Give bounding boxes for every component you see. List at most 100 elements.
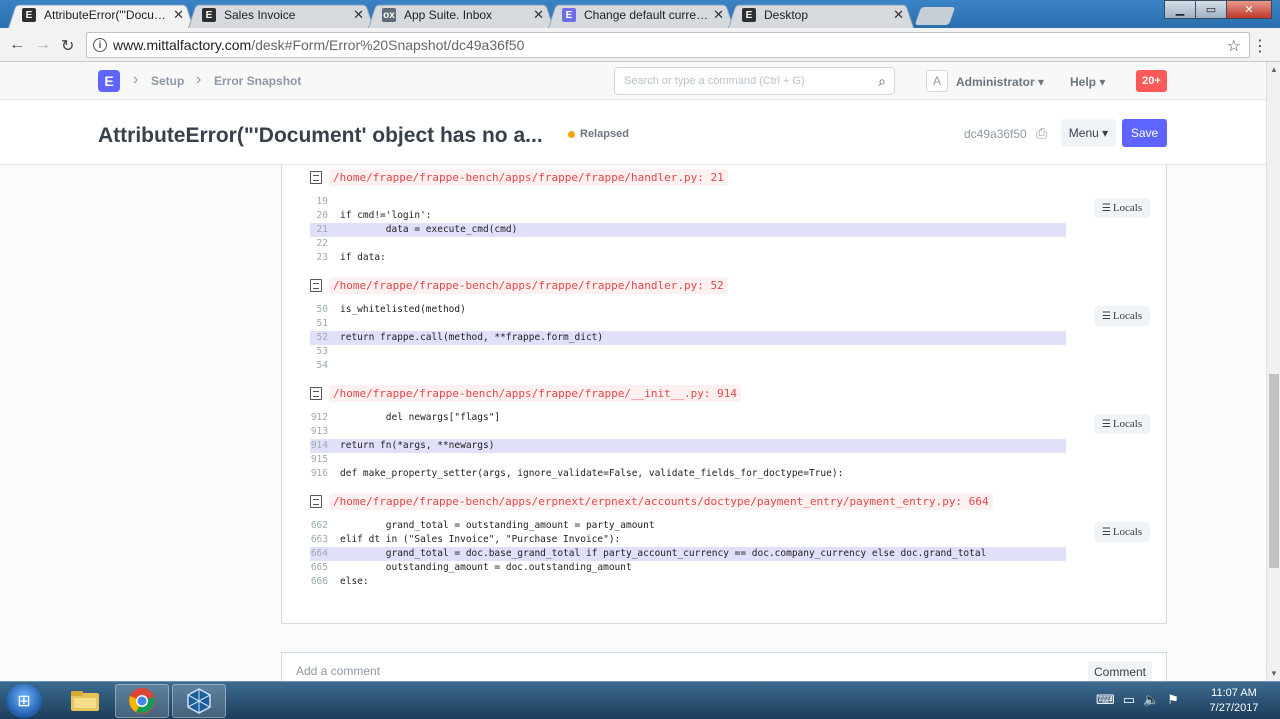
reload-icon[interactable]: ↻: [61, 36, 74, 56]
tab-close-icon[interactable]: ✕: [533, 7, 544, 23]
code-text: if data:: [340, 252, 386, 263]
clock-time: 11:07 AM: [1211, 687, 1257, 699]
menu-button[interactable]: Menu ▾: [1061, 119, 1116, 147]
print-icon[interactable]: ⎙: [1036, 125, 1047, 142]
line-number: 666: [310, 576, 328, 587]
app-logo[interactable]: E: [98, 70, 120, 92]
bookmark-star-icon[interactable]: ☆: [1227, 36, 1241, 56]
line-number: 662: [310, 520, 328, 531]
code-text: return frappe.call(method, **frappe.form…: [340, 332, 604, 343]
browser-tab[interactable]: E Sales Invoice ✕: [188, 2, 374, 28]
search-icon[interactable]: ⌕: [878, 73, 886, 90]
code-line: 915: [310, 453, 1066, 467]
scroll-thumb[interactable]: [1269, 374, 1279, 568]
help-menu[interactable]: Help ▾: [1070, 75, 1105, 89]
window-close-button[interactable]: ✕: [1226, 0, 1272, 19]
app-navbar: E › Setup › Error Snapshot Search or typ…: [0, 62, 1280, 100]
minimize-button[interactable]: ▁: [1164, 0, 1196, 19]
tab-close-icon[interactable]: ✕: [173, 7, 184, 23]
browser-tabstrip: E AttributeError("'Documen ✕ E Sales Invoice…: [0, 0, 1280, 28]
save-button[interactable]: Save: [1122, 119, 1167, 147]
file-icon: [310, 495, 322, 508]
start-button[interactable]: ⊞: [6, 684, 42, 718]
tab-close-icon[interactable]: ✕: [893, 7, 904, 23]
avatar[interactable]: A: [926, 70, 948, 92]
browser-tab[interactable]: E Desktop ✕: [728, 2, 914, 28]
status-indicator: Relapsed: [568, 128, 629, 140]
code-line: 20 if cmd!='login':: [310, 209, 1066, 223]
favicon-icon: E: [742, 8, 756, 22]
action-center-flag-icon[interactable]: ⚑: [1167, 692, 1179, 708]
network-icon[interactable]: ▭: [1123, 692, 1135, 708]
url-input[interactable]: i www.mittalfactory.com/desk#Form/Error%…: [86, 32, 1250, 58]
scroll-up-arrow-icon[interactable]: ▲: [1270, 65, 1278, 74]
file-explorer-icon[interactable]: [58, 684, 112, 718]
locals-label: Locals: [1112, 526, 1143, 538]
traceback-panel: /home/frappe/frappe-bench/apps/frappe/fr…: [281, 165, 1167, 624]
code-line: 663 elif dt in ("Sales Invoice", "Purchas…: [310, 533, 1066, 547]
tab-title: Sales Invoice: [224, 8, 296, 22]
line-number: 665: [310, 562, 328, 573]
scroll-down-arrow-icon[interactable]: ▼: [1270, 669, 1278, 678]
tab-close-icon[interactable]: ✕: [713, 7, 724, 23]
chevron-right-icon: ›: [133, 71, 139, 88]
page-scrollbar[interactable]: ▲ ▼: [1266, 62, 1280, 681]
comment-button[interactable]: Comment: [1087, 661, 1152, 681]
tab-close-icon[interactable]: ✕: [353, 7, 364, 23]
locals-button[interactable]: ☰ Locals: [1094, 522, 1150, 542]
frame-header: /home/frappe/frappe-bench/apps/frappe/fr…: [310, 277, 728, 294]
code-line: 19: [310, 195, 1066, 209]
system-clock[interactable]: 11:07 AM 7/27/2017: [1204, 686, 1264, 716]
keyboard-icon[interactable]: ⌨: [1096, 692, 1115, 708]
browser-tab[interactable]: E AttributeError("'Documen ✕: [8, 2, 194, 28]
info-icon[interactable]: i: [93, 38, 107, 52]
awesome-bar-search[interactable]: Search or type a command (Ctrl + G) ⌕: [614, 67, 895, 95]
line-number: 20: [316, 210, 328, 221]
chevron-right-icon: ›: [196, 71, 202, 88]
caret-down-icon: ▾: [1099, 75, 1106, 89]
line-number: 52: [316, 332, 328, 343]
page-head: AttributeError("'Document' object has no…: [0, 100, 1266, 165]
locals-button[interactable]: ☰ Locals: [1094, 414, 1150, 434]
list-icon: ☰: [1101, 526, 1111, 538]
maximize-button[interactable]: ▭: [1195, 0, 1227, 19]
frame-header: /home/frappe/frappe-bench/apps/frappe/fr…: [310, 169, 728, 186]
line-number: 51: [316, 318, 328, 329]
comment-box[interactable]: Add a comment Comment: [281, 652, 1167, 681]
page-content: /home/frappe/frappe-bench/apps/frappe/fr…: [0, 165, 1266, 681]
breadcrumb-setup[interactable]: Setup: [151, 74, 184, 88]
volume-icon[interactable]: 🔈: [1143, 692, 1159, 708]
caret-down-icon: ▾: [1038, 75, 1045, 89]
browser-tab[interactable]: E Change default currency ✕: [548, 2, 734, 28]
user-menu[interactable]: Administrator ▾: [956, 75, 1044, 89]
browser-menu-icon[interactable]: ⋮: [1252, 36, 1268, 56]
code-text: if cmd!='login':: [340, 210, 432, 221]
url-domain: www.mittalfactory.com: [113, 37, 252, 53]
chrome-icon[interactable]: [115, 684, 169, 718]
address-bar: ← → ↻ i www.mittalfactory.com/desk#Form/…: [0, 28, 1280, 62]
code-line: 916 def make_property_setter(args, ignore…: [310, 467, 1066, 481]
highlighted-code-line: 914 return fn(*args, **newargs): [310, 439, 1066, 453]
browser-tab[interactable]: ox App Suite. Inbox ✕: [368, 2, 554, 28]
file-icon: [310, 279, 322, 292]
tab-title: App Suite. Inbox: [404, 8, 493, 22]
frame-file-path: /home/frappe/frappe-bench/apps/frappe/fr…: [329, 277, 728, 294]
locals-button[interactable]: ☰ Locals: [1094, 306, 1150, 326]
breadcrumb-error-snapshot[interactable]: Error Snapshot: [214, 74, 301, 88]
forward-arrow-icon[interactable]: →: [35, 36, 51, 54]
notifications-badge[interactable]: 20+: [1136, 70, 1167, 92]
line-number: 916: [310, 468, 328, 479]
menu-label: Menu: [1068, 126, 1099, 140]
code-line: 22: [310, 237, 1066, 251]
list-icon: ☰: [1101, 202, 1111, 214]
status-dot-icon: [568, 130, 575, 138]
locals-button[interactable]: ☰ Locals: [1094, 198, 1150, 218]
back-arrow-icon[interactable]: ←: [9, 36, 25, 54]
virtualbox-icon[interactable]: [172, 684, 226, 718]
line-number: 19: [316, 196, 328, 207]
document-id: dc49a36f50: [964, 127, 1027, 141]
help-label: Help: [1070, 75, 1097, 89]
system-tray: ⌨ ▭ 🔈 ⚑: [1096, 692, 1179, 708]
line-number: 913: [310, 426, 328, 437]
new-tab-button[interactable]: [914, 7, 956, 25]
